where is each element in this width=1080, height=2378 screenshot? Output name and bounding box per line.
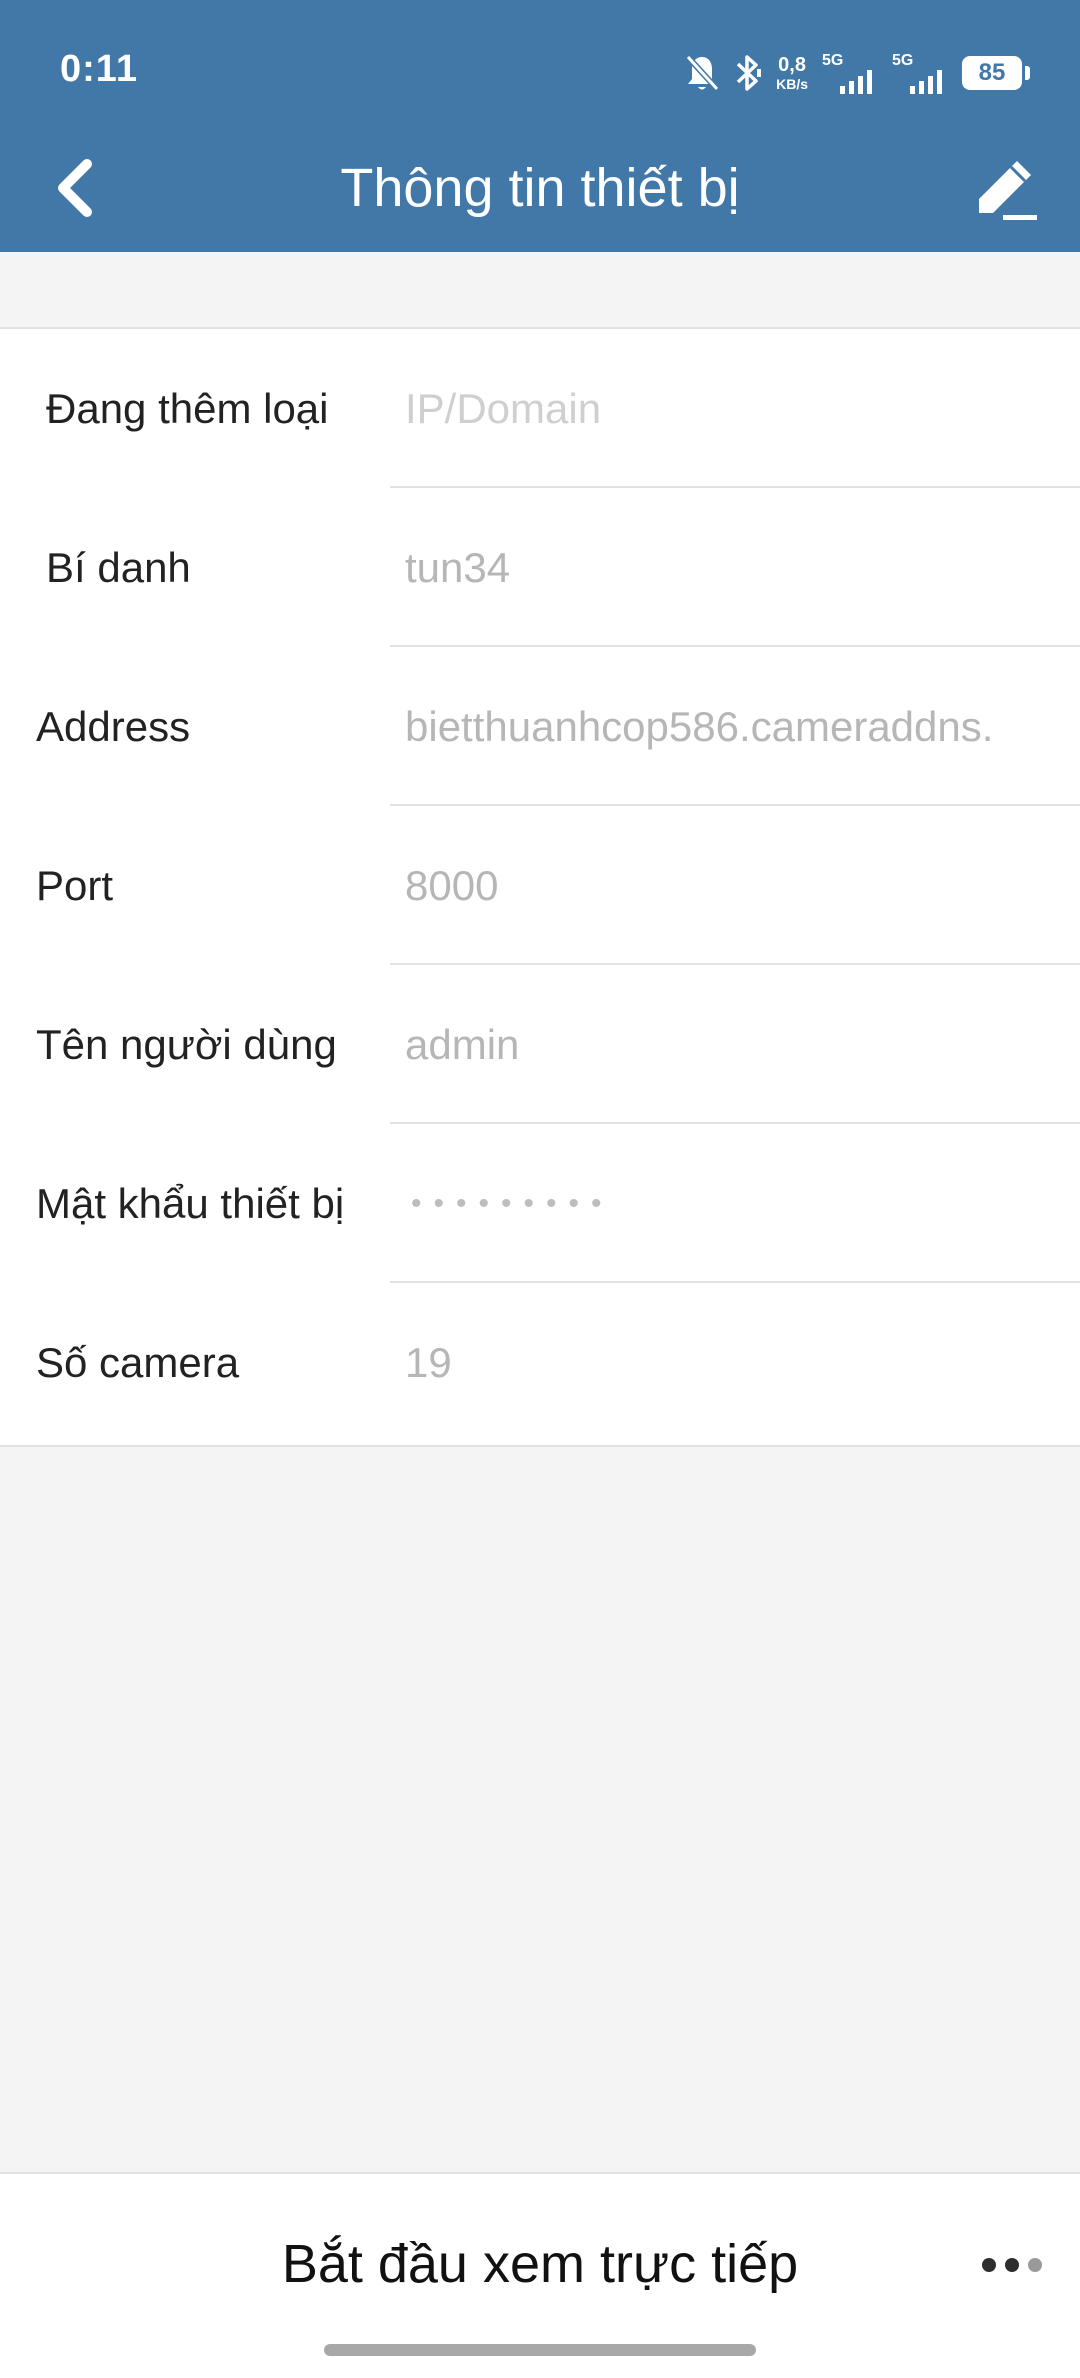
field-row-port: Port 8000 [0, 806, 1080, 965]
home-indicator[interactable] [324, 2344, 756, 2356]
username-field[interactable]: admin [405, 965, 1045, 1124]
field-label-port: Port [36, 861, 114, 909]
status-icons: 0,8 KB/s 5G 5G 85 [684, 48, 1030, 98]
start-live-view-button[interactable]: Bắt đầu xem trực tiếp [240, 2214, 840, 2314]
signal-sim1: 5G [822, 52, 878, 94]
page-title: Thông tin thiết bị [340, 158, 740, 218]
field-label-password: Mật khẩu thiết bị [36, 1179, 345, 1227]
signal-icon [910, 70, 942, 94]
password-field[interactable]: ••••••••• [405, 1124, 1051, 1283]
field-label-alias: Bí danh [46, 543, 191, 591]
field-row-username: Tên người dùng admin [0, 965, 1080, 1124]
signal-icon [840, 70, 872, 94]
field-label-add-type: Đang thêm loại [46, 384, 329, 432]
field-row-add-type: Đang thêm loại IP/Domain [0, 329, 1080, 488]
pencil-icon [979, 161, 1037, 220]
bell-muted-icon [684, 53, 720, 93]
field-label-address: Address [36, 702, 191, 750]
field-label-username: Tên người dùng [36, 1020, 337, 1068]
field-row-address: Address bietthuanhcop586.cameraddns. [0, 647, 1080, 806]
more-button[interactable] [972, 2230, 1052, 2300]
net-speed: 0,8 KB/s [776, 55, 808, 91]
more-dots-icon [982, 2258, 1042, 2272]
device-info-form: Đang thêm loại IP/Domain Bí danh tun34 A… [0, 327, 1080, 1447]
battery-icon: 85 [962, 56, 1030, 90]
field-row-alias: Bí danh tun34 [0, 488, 1080, 647]
app-header: 0:11 0,8 KB/s 5G 5G 85 Thông tin thiết b… [0, 0, 1080, 252]
battery-level: 85 [978, 59, 1006, 86]
field-value-add-type: IP/Domain [405, 384, 602, 432]
net-speed-unit: KB/s [776, 76, 808, 92]
field-row-camera-count: Số camera 19 [0, 1283, 1080, 1442]
signal-sim2: 5G [892, 52, 948, 94]
bottom-bar: Bắt đầu xem trực tiếp [0, 2172, 1080, 2378]
alias-field[interactable]: tun34 [405, 488, 1045, 647]
port-field[interactable]: 8000 [405, 806, 1045, 965]
address-field[interactable]: bietthuanhcop586.cameraddns. [405, 647, 1045, 806]
field-row-password: Mật khẩu thiết bị ••••••••• [0, 1124, 1080, 1283]
bluetooth-icon [734, 53, 762, 93]
field-label-camera-count: Số camera [36, 1338, 240, 1386]
edit-button[interactable] [966, 148, 1046, 228]
net-speed-value: 0,8 [778, 54, 806, 76]
status-time: 0:11 [60, 48, 138, 90]
camera-count-field[interactable]: 19 [405, 1283, 1045, 1442]
